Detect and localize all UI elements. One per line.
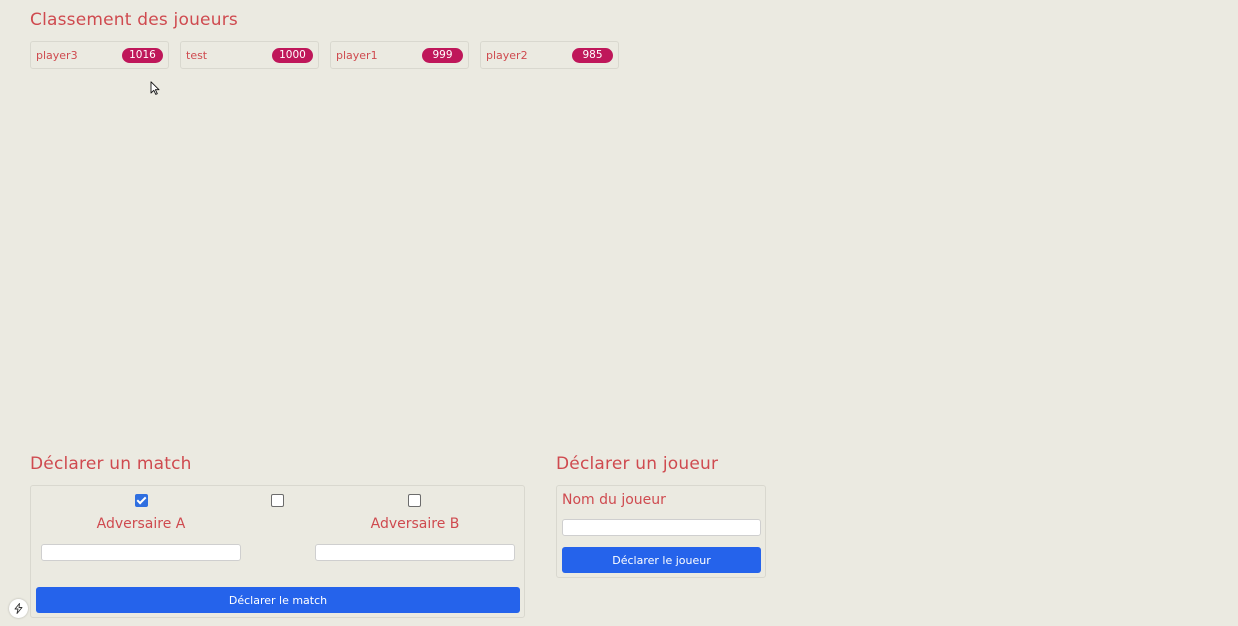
player-name-label: Nom du joueur <box>562 492 666 508</box>
player-ranking-list: player3 1016 test 1000 player1 999 playe… <box>30 41 619 69</box>
score-badge: 985 <box>572 47 613 63</box>
declare-match-button[interactable]: Déclarer le match <box>36 587 520 613</box>
match-form-title: Déclarer un match <box>30 454 192 474</box>
player-card[interactable]: test 1000 <box>180 41 319 69</box>
score-badge: 999 <box>422 47 463 63</box>
draw-checkbox[interactable] <box>271 494 284 507</box>
player-name: player2 <box>486 48 528 62</box>
declare-player-button[interactable]: Déclarer le joueur <box>562 547 761 573</box>
opponent-b-input[interactable] <box>315 544 515 561</box>
opponent-b-label: Adversaire B <box>370 516 460 532</box>
player-name-input[interactable] <box>562 519 761 536</box>
page: Classement des joueurs player3 1016 test… <box>0 0 1238 626</box>
match-form: Adversaire A Adversaire B Déclarer le ma… <box>30 485 525 618</box>
score-badge: 1016 <box>122 47 163 63</box>
mouse-pointer-icon <box>150 81 160 95</box>
player-name: test <box>186 48 208 62</box>
opponent-a-input[interactable] <box>41 544 241 561</box>
bolt-badge[interactable] <box>9 599 28 618</box>
player-form: Nom du joueur Déclarer le joueur <box>556 485 766 578</box>
player-name: player1 <box>336 48 378 62</box>
player-name: player3 <box>36 48 78 62</box>
player-card[interactable]: player3 1016 <box>30 41 169 69</box>
player-form-title: Déclarer un joueur <box>556 454 719 474</box>
player-card[interactable]: player1 999 <box>330 41 469 69</box>
opponent-b-checkbox[interactable] <box>408 494 421 507</box>
ranking-title: Classement des joueurs <box>30 10 238 30</box>
opponent-a-label: Adversaire A <box>96 516 186 532</box>
opponent-a-checkbox[interactable] <box>135 494 148 507</box>
score-badge: 1000 <box>272 47 313 63</box>
bolt-icon <box>14 603 23 614</box>
player-card[interactable]: player2 985 <box>480 41 619 69</box>
